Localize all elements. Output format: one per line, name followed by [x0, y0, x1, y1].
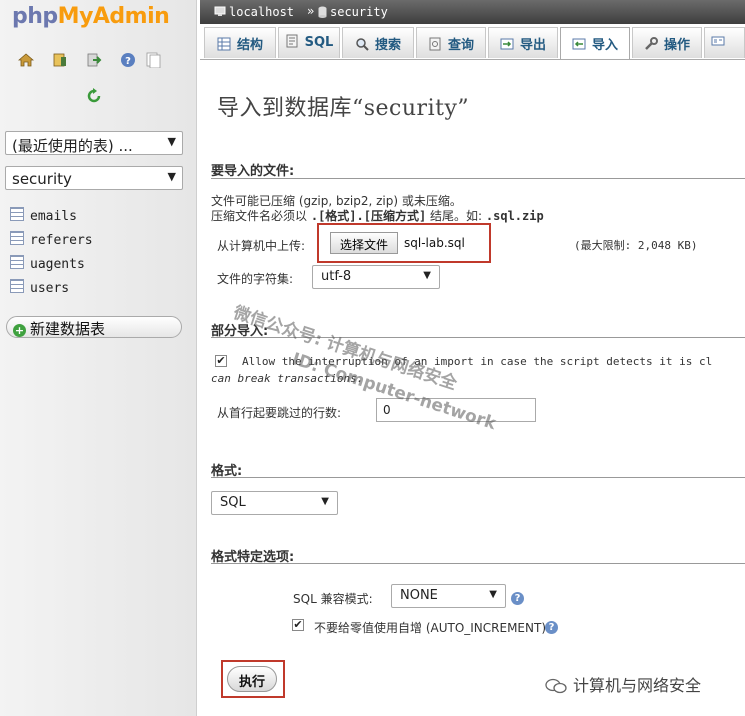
no-auto-increment-checkbox[interactable]: ✔ [292, 619, 304, 631]
new-table-label: 新建数据表 [30, 320, 106, 338]
recent-tables-select[interactable]: (最近使用的表) ... ▼ [5, 131, 183, 155]
tab-label: 导出 [519, 38, 546, 53]
highlight-box [317, 223, 491, 263]
chevron-down-icon: ▼ [167, 135, 176, 148]
tab-more[interactable] [704, 27, 745, 58]
tab-label: 导入 [591, 38, 618, 53]
table-item-referers[interactable]: referers [10, 231, 93, 249]
footer-watermark: 计算机与网络安全 [545, 672, 701, 696]
tab-label: 结构 [236, 38, 263, 53]
documentation-icon[interactable] [145, 52, 161, 68]
table-item-label: uagents [30, 257, 85, 272]
breadcrumb-database-label: security [330, 5, 388, 19]
chevron-down-icon: ▼ [489, 589, 497, 600]
sql-compat-label: SQL 兼容模式: [293, 592, 373, 606]
tab-label: SQL [304, 35, 334, 50]
database-icon [318, 6, 327, 18]
table-item-label: emails [30, 209, 77, 224]
tab-export[interactable]: 导出 [488, 27, 558, 58]
privileges-icon [711, 36, 725, 46]
wechat-icon [545, 678, 567, 694]
filename-note: 压缩文件名必须以 .[格式].[压缩方式] 结尾。如: .sql.zip [211, 207, 544, 224]
tab-query[interactable]: 查询 [416, 27, 486, 58]
example-suffix-text: .sql.zip [485, 209, 544, 223]
max-size-limit: (最大限制: 2,048 KB) [574, 239, 698, 252]
plus-icon: + [13, 324, 26, 337]
tab-label: 操作 [663, 38, 690, 53]
breadcrumb-separator: » [307, 4, 315, 18]
chevron-down-icon: ▼ [423, 270, 431, 281]
breadcrumb-server-label: localhost [229, 5, 295, 19]
upload-label: 从计算机中上传: [217, 239, 306, 253]
table-icon [10, 255, 24, 269]
tab-label: 查询 [447, 38, 474, 53]
filename-note-text-2: 结尾。如: [430, 209, 483, 223]
database-select[interactable]: security ▼ [5, 166, 183, 190]
chevron-down-icon: ▼ [321, 496, 329, 507]
search-icon [356, 38, 369, 51]
page-title: 导入到数据库“security” [217, 96, 470, 121]
section-divider [211, 477, 745, 478]
table-icon [10, 279, 24, 293]
charset-select[interactable]: utf-8 ▼ [312, 265, 440, 289]
reload-icon[interactable] [86, 88, 102, 104]
sql-icon [286, 34, 298, 48]
export-icon [500, 38, 514, 50]
tab-structure[interactable]: 结构 [204, 27, 276, 58]
tab-bar: 结构 SQL 搜索 查询 导出 导入 操作 [200, 27, 745, 60]
section-divider [211, 178, 745, 179]
phpmyadmin-logo[interactable]: phpMyAdmin [12, 4, 170, 29]
table-item-emails[interactable]: emails [10, 207, 77, 225]
recent-tables-value: (最近使用的表) ... [12, 137, 133, 155]
table-item-uagents[interactable]: uagents [10, 255, 85, 273]
format-suffix-text: .[格式].[压缩方式] [310, 209, 427, 223]
structure-icon [217, 37, 231, 51]
sql-compat-select[interactable]: NONE ▼ [391, 584, 506, 608]
tab-search[interactable]: 搜索 [342, 27, 414, 58]
logo-myadmin-text: MyAdmin [57, 4, 170, 29]
table-item-users[interactable]: users [10, 279, 69, 297]
query-icon [429, 37, 441, 51]
format-select[interactable]: SQL ▼ [211, 491, 338, 515]
tab-import[interactable]: 导入 [560, 27, 630, 59]
tab-sql[interactable]: SQL [278, 27, 340, 58]
sql-compat-value: NONE [400, 588, 438, 603]
tab-operations[interactable]: 操作 [632, 27, 702, 58]
charset-value: utf-8 [321, 269, 352, 284]
filename-note-text: 压缩文件名必须以 [211, 209, 308, 223]
svg-text:?: ? [125, 56, 131, 67]
breadcrumb: localhost » security [200, 0, 745, 24]
allow-interrupt-checkbox[interactable]: ✔ [215, 355, 227, 367]
table-icon [10, 207, 24, 221]
home-icon[interactable] [18, 52, 34, 68]
help-icon[interactable]: ? [511, 592, 524, 605]
new-table-button[interactable]: + 新建数据表 [6, 316, 182, 338]
server-icon [214, 6, 226, 16]
operations-icon [645, 37, 658, 50]
sql-window-icon[interactable] [52, 52, 68, 68]
help-icon[interactable]: ? [545, 621, 558, 634]
breadcrumb-server[interactable]: localhost [214, 5, 294, 19]
table-icon [10, 231, 24, 245]
footer-watermark-text: 计算机与网络安全 [573, 676, 702, 695]
navigation-panel: phpMyAdmin ? (最近使用的表) ... ▼ security ▼ e… [0, 0, 197, 716]
tab-label: 搜索 [374, 38, 401, 53]
highlight-box [221, 660, 285, 698]
chevron-down-icon: ▼ [167, 170, 176, 183]
help-icon[interactable]: ? [120, 52, 136, 68]
logo-php-text: php [12, 4, 58, 29]
skip-rows-label: 从首行起要跳过的行数: [217, 406, 342, 420]
database-select-value: security [12, 170, 72, 188]
charset-label: 文件的字符集: [217, 272, 294, 286]
breadcrumb-database[interactable]: security [318, 5, 388, 19]
format-value: SQL [220, 495, 246, 510]
table-item-label: referers [30, 233, 93, 248]
exit-icon[interactable] [86, 52, 102, 68]
no-auto-increment-label: 不要给零值使用自增 (AUTO_INCREMENT) [314, 621, 547, 635]
import-icon [572, 38, 586, 50]
file-section-title: 要导入的文件: [211, 164, 295, 179]
table-item-label: users [30, 281, 70, 296]
section-divider [211, 563, 745, 564]
